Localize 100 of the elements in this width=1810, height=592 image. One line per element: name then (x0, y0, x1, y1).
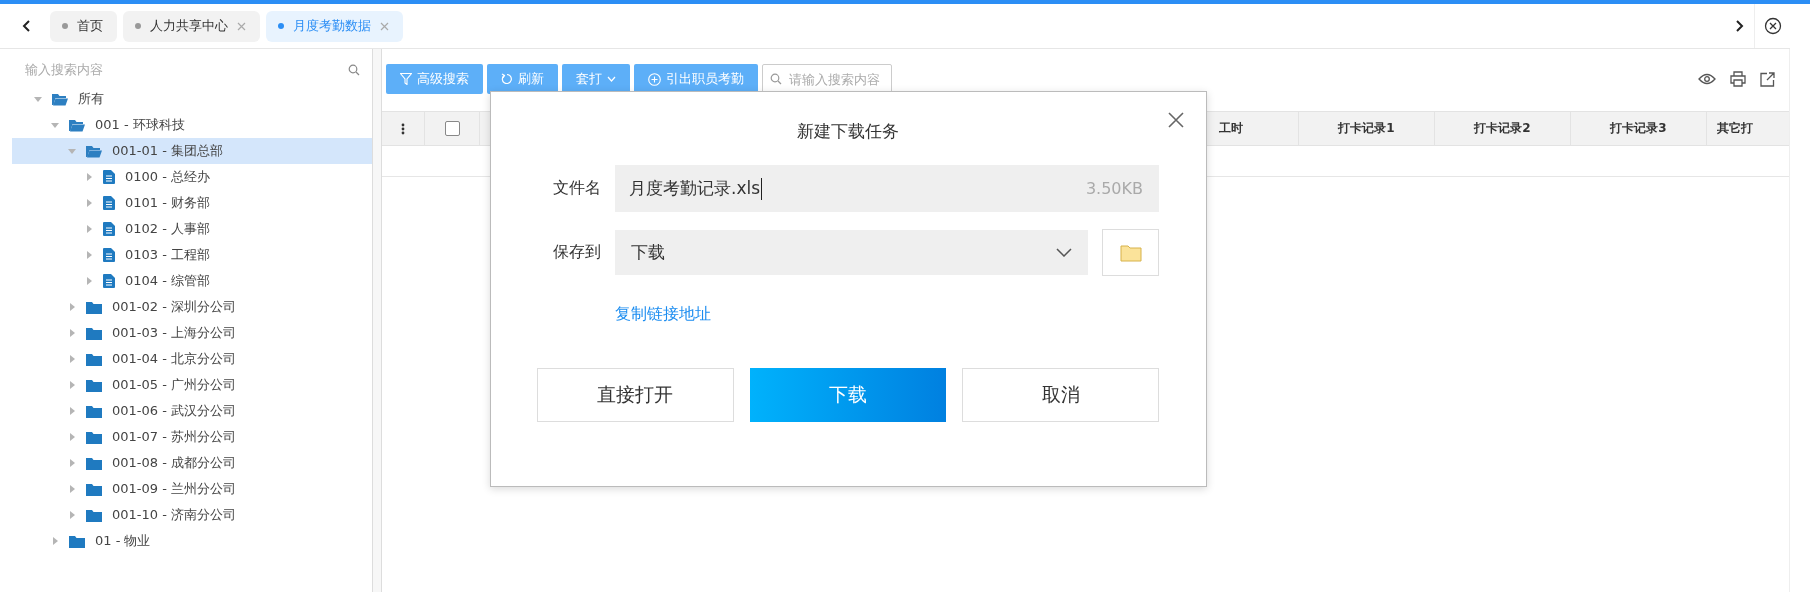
copy-link[interactable]: 复制链接地址 (615, 304, 711, 323)
folder-icon (86, 144, 102, 158)
search-icon (348, 64, 360, 76)
tree-item-label[interactable]: 001-03 - 上海分公司 (112, 324, 236, 342)
folder-icon (86, 300, 102, 314)
tree-item[interactable]: 001-05 - 广州分公司 (12, 372, 372, 398)
caret-down-icon[interactable] (51, 121, 59, 129)
tree-item-label[interactable]: 0104 - 综管部 (125, 272, 211, 290)
select-all-checkbox[interactable] (444, 121, 460, 136)
file-size: 3.50KB (1085, 179, 1143, 198)
caret-right-icon[interactable] (85, 199, 93, 207)
folder-icon (1119, 243, 1142, 262)
search-field[interactable]: 请输入搜索内容 (762, 64, 892, 94)
caret-right-icon[interactable] (68, 355, 76, 363)
tree-item[interactable]: 001-07 - 苏州分公司 (12, 424, 372, 450)
tree-item-label[interactable]: 0103 - 工程部 (125, 246, 211, 264)
resize-handle[interactable] (372, 49, 382, 592)
dialog-button[interactable]: 直接打开 (537, 368, 734, 422)
print-icon[interactable] (1730, 71, 1746, 87)
folder-icon (86, 326, 102, 340)
folder-icon (69, 118, 85, 132)
tree-item-label[interactable]: 001-08 - 成都分公司 (112, 454, 236, 472)
tree-item-label[interactable]: 0101 - 财务部 (125, 194, 211, 212)
tree-item[interactable]: 0102 - 人事部 (12, 216, 372, 242)
caret-right-icon[interactable] (51, 537, 59, 545)
document-icon (103, 222, 115, 236)
save-location-dropdown[interactable]: 下载 (615, 230, 1088, 275)
column-header: 打卡记录3 (1610, 120, 1667, 137)
tab[interactable]: 首页 (50, 10, 117, 42)
tree-item[interactable]: 0100 - 总经办 (12, 164, 372, 190)
folder-icon (86, 404, 102, 418)
tab-label[interactable]: 首页 (77, 17, 103, 35)
folder-icon (86, 508, 102, 522)
caret-right-icon[interactable] (68, 459, 76, 467)
search-icon (770, 73, 782, 85)
caret-right-icon[interactable] (68, 511, 76, 519)
tree-item[interactable]: 001-03 - 上海分公司 (12, 320, 372, 346)
caret-right-icon[interactable] (85, 277, 93, 285)
tree-item[interactable]: 001-04 - 北京分公司 (12, 346, 372, 372)
tree-item[interactable]: 001-01 - 集团总部 (12, 138, 372, 164)
tree-item-label[interactable]: 001-06 - 武汉分公司 (112, 402, 236, 420)
eye-icon[interactable] (1698, 73, 1716, 85)
caret-right-icon[interactable] (68, 381, 76, 389)
document-icon (103, 196, 115, 210)
refresh-icon (501, 73, 513, 85)
tab-label[interactable]: 人力共享中心 (150, 17, 228, 35)
dialog-title: 新建下载任务 (796, 120, 900, 143)
caret-down-icon[interactable] (68, 147, 76, 155)
caret-right-icon[interactable] (68, 303, 76, 311)
caret-down-icon[interactable] (34, 95, 42, 103)
tree-item[interactable]: 001 - 环球科技 (12, 112, 372, 138)
caret-right-icon[interactable] (85, 225, 93, 233)
column-header: 工时 (1218, 120, 1243, 137)
tree-item-label[interactable]: 001-01 - 集团总部 (112, 142, 223, 160)
tree-item-label[interactable]: 001 - 环球科技 (95, 116, 185, 134)
caret-right-icon[interactable] (85, 173, 93, 181)
tree-item[interactable]: 0104 - 综管部 (12, 268, 372, 294)
file-name-field[interactable]: 月度考勤记录.xls 3.50KB (615, 165, 1159, 212)
tab-dot-icon (278, 23, 284, 29)
tree-item-label[interactable]: 001-02 - 深圳分公司 (112, 298, 236, 316)
caret-right-icon[interactable] (68, 433, 76, 441)
folder-icon (52, 92, 68, 106)
tree-item[interactable]: 01 - 物业 (12, 528, 372, 554)
tree-item-label[interactable]: 0102 - 人事部 (125, 220, 211, 238)
export-icon[interactable] (1760, 71, 1775, 87)
caret-right-icon[interactable] (68, 329, 76, 337)
tree-item[interactable]: 所有 (12, 86, 372, 112)
caret-right-icon[interactable] (68, 485, 76, 493)
column-header: 其它打 (1717, 120, 1753, 137)
folder-icon (86, 352, 102, 366)
tree-item-label[interactable]: 001-10 - 济南分公司 (112, 506, 236, 524)
close-icon[interactable] (1168, 112, 1184, 128)
tree-item[interactable]: 001-02 - 深圳分公司 (12, 294, 372, 320)
caret-right-icon[interactable] (68, 407, 76, 415)
tree-item-label[interactable]: 001-05 - 广州分公司 (112, 376, 236, 394)
tree-item[interactable]: 0101 - 财务部 (12, 190, 372, 216)
add-circle-icon (648, 72, 661, 86)
tree-item[interactable]: 001-09 - 兰州分公司 (12, 476, 372, 502)
column-header: 打卡记录1 (1338, 120, 1395, 137)
document-icon (103, 170, 115, 184)
tree-item-label[interactable]: 0100 - 总经办 (125, 168, 211, 186)
tree-item[interactable]: 001-06 - 武汉分公司 (12, 398, 372, 424)
caret-down-icon (607, 76, 616, 82)
caret-right-icon[interactable] (85, 251, 93, 259)
filter-icon (400, 73, 412, 85)
search-field[interactable]: 输入搜索内容 (17, 57, 368, 81)
tree-item-label[interactable]: 001-07 - 苏州分公司 (112, 428, 236, 446)
close-circle-icon (1763, 17, 1782, 35)
tree-item-label[interactable]: 001-09 - 兰州分公司 (112, 480, 236, 498)
tree-item-label[interactable]: 所有 (78, 90, 104, 108)
tree-item[interactable]: 001-10 - 济南分公司 (12, 502, 372, 528)
tab[interactable]: 人力共享中心 (123, 10, 260, 42)
chevron-right-icon (1734, 19, 1744, 33)
dialog-button[interactable]: 取消 (962, 368, 1159, 422)
tree-item-label[interactable]: 001-04 - 北京分公司 (112, 350, 236, 368)
column-header: 打卡记录2 (1474, 120, 1531, 137)
browse-folder-button[interactable] (1102, 229, 1159, 276)
tree-item[interactable]: 0103 - 工程部 (12, 242, 372, 268)
tree-item[interactable]: 001-08 - 成都分公司 (12, 450, 372, 476)
tree-item-label[interactable]: 01 - 物业 (95, 532, 151, 550)
